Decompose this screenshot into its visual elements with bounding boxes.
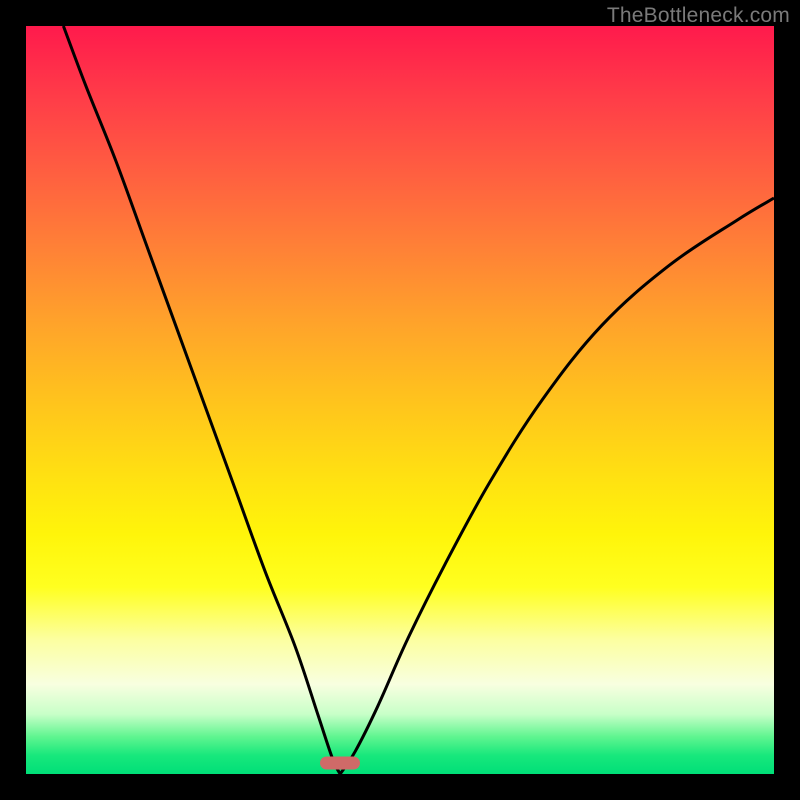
chart-marker-pill	[320, 756, 360, 769]
chart-plot-area	[26, 26, 774, 774]
left-curve	[63, 26, 340, 774]
chart-curve-svg	[26, 26, 774, 774]
right-curve	[340, 198, 774, 774]
watermark-text: TheBottleneck.com	[607, 4, 790, 28]
